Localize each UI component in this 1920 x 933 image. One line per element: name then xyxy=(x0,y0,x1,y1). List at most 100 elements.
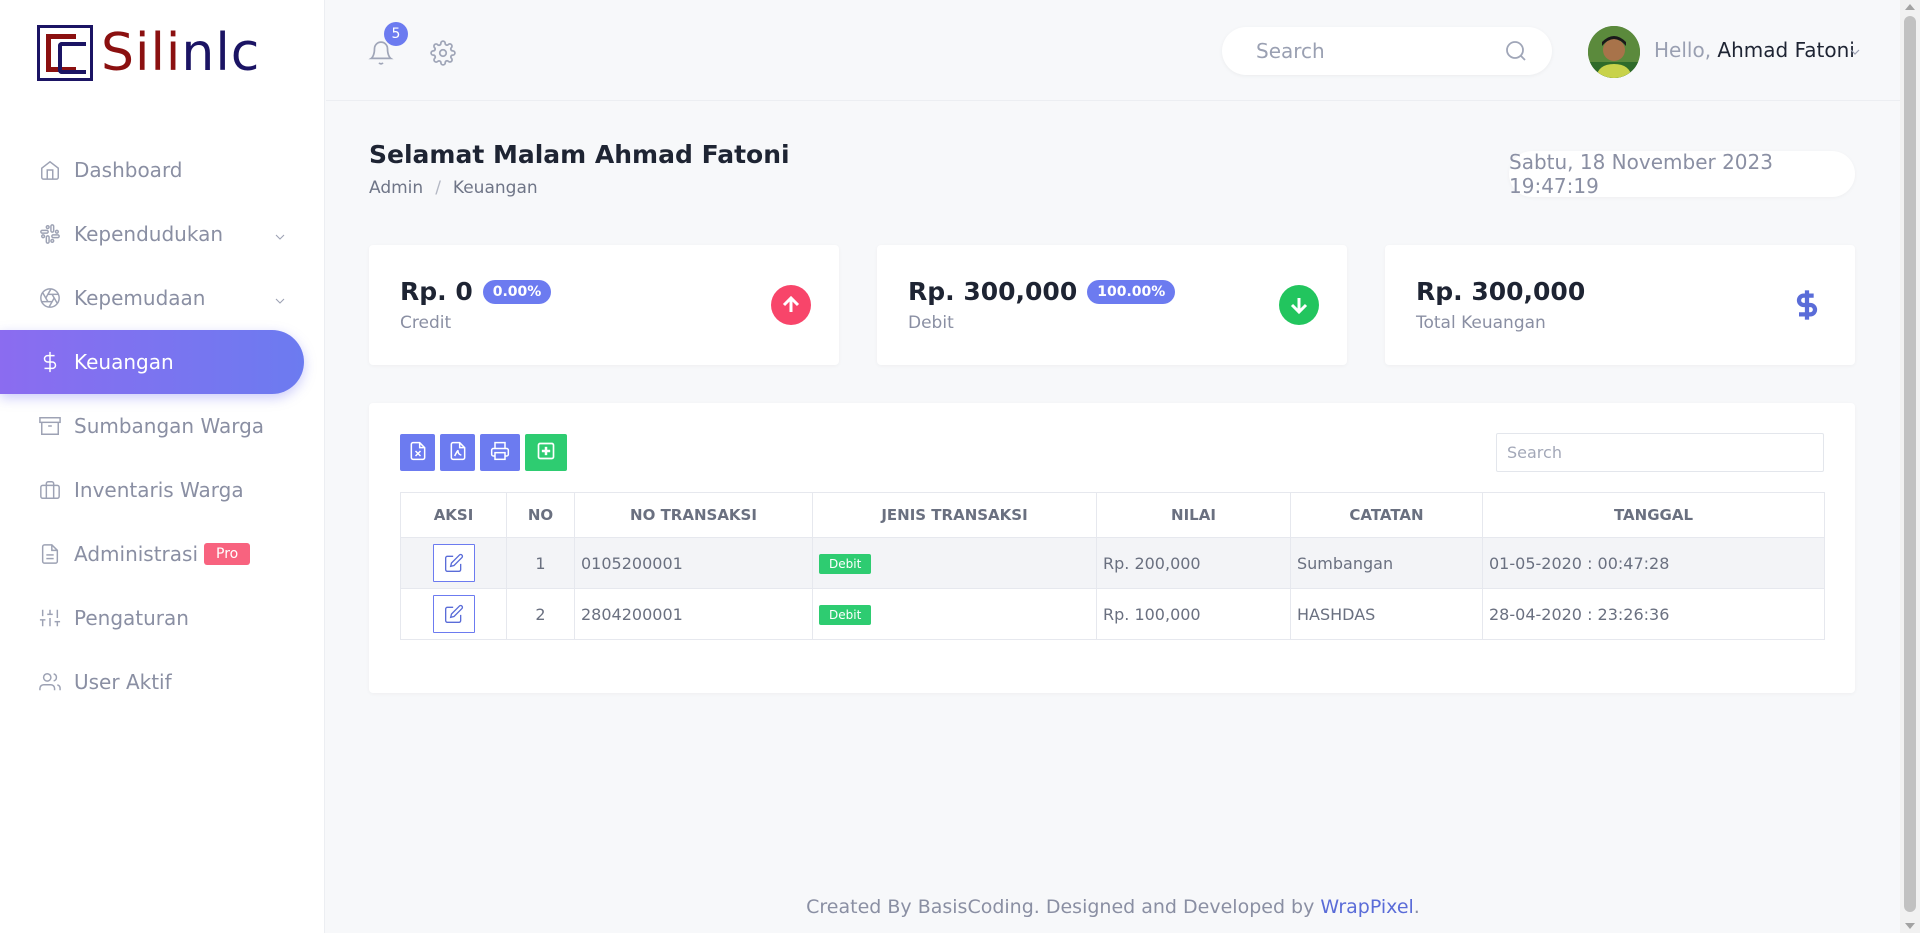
table-row: 1 0105200001 Debit Rp. 200,000 Sumbangan… xyxy=(400,537,1825,589)
transactions-panel: AKSI NO NO TRANSAKSI JENIS TRANSAKSI NIL… xyxy=(369,403,1855,693)
breadcrumb-item-keuangan: Keuangan xyxy=(452,178,538,198)
sidebar-item-keuangan[interactable]: Keuangan xyxy=(0,330,304,394)
greeting-text: Hello, xyxy=(1654,38,1712,62)
sidebar-item-label: Administrasi xyxy=(74,542,199,566)
add-transaction-button[interactable] xyxy=(525,434,567,471)
sidebar-item-kepemudaan[interactable]: Kepemudaan xyxy=(0,266,325,330)
sidebar-item-kependudukan[interactable]: Kependudukan xyxy=(0,202,325,266)
breadcrumb-item-admin[interactable]: Admin xyxy=(369,178,423,198)
sidebar-item-label: Kepemudaan xyxy=(74,286,206,310)
cell-catatan: HASHDAS xyxy=(1290,588,1483,640)
gear-icon[interactable] xyxy=(430,40,456,66)
excel-export-icon xyxy=(408,441,428,465)
scroll-down-arrow-icon[interactable] xyxy=(1905,923,1915,929)
header-aksi[interactable]: AKSI xyxy=(400,492,507,538)
file-text-icon xyxy=(38,542,62,566)
credit-card: Rp. 0 0.00% Credit xyxy=(369,245,839,365)
header-no-transaksi[interactable]: NO TRANSAKSI xyxy=(574,492,813,538)
total-amount: Rp. 300,000 xyxy=(1416,277,1586,306)
sidebar-item-administrasi[interactable]: Administrasi Pro xyxy=(0,522,325,586)
scroll-up-arrow-icon[interactable] xyxy=(1905,4,1915,10)
cell-no: 1 xyxy=(506,537,575,589)
sidebar-item-label: User Aktif xyxy=(74,670,172,694)
header-no[interactable]: NO xyxy=(506,492,575,538)
debit-badge: Debit xyxy=(819,553,872,574)
debit-badge: Debit xyxy=(819,604,872,625)
top-search-input[interactable] xyxy=(1256,37,1496,65)
edit-icon xyxy=(444,553,463,572)
logo-mark-icon xyxy=(37,25,93,81)
header-jenis-transaksi[interactable]: JENIS TRANSAKSI xyxy=(812,492,1097,538)
pro-badge: Pro xyxy=(204,543,251,565)
sidebar-item-pengaturan[interactable]: Pengaturan xyxy=(0,586,325,650)
top-search-box xyxy=(1222,27,1552,75)
chevron-down-icon xyxy=(272,226,288,242)
pdf-export-icon xyxy=(448,441,468,465)
sliders-icon xyxy=(38,606,62,630)
briefcase-icon xyxy=(38,478,62,502)
brand-logo[interactable]: Silinlc xyxy=(37,24,273,82)
credit-label: Credit xyxy=(400,313,452,333)
user-greeting[interactable]: Hello, Ahmad Fatoni xyxy=(1654,38,1855,62)
credit-percent-badge: 0.00% xyxy=(482,279,552,304)
page-scrollbar[interactable] xyxy=(1900,0,1920,933)
header-catatan[interactable]: CATATAN xyxy=(1290,492,1483,538)
search-icon[interactable] xyxy=(1504,39,1528,63)
topbar: 5 Hello, Ahmad Fatoni xyxy=(326,0,1900,101)
dollar-icon xyxy=(38,350,62,374)
scroll-thumb[interactable] xyxy=(1904,16,1916,912)
page-title: Selamat Malam Ahmad Fatoni xyxy=(369,140,790,169)
debit-percent-badge: 100.00% xyxy=(1087,279,1176,304)
header-tanggal[interactable]: TANGGAL xyxy=(1482,492,1825,538)
sidebar-item-label: Dashboard xyxy=(74,158,183,182)
current-datetime: Sabtu, 18 November 2023 19:47:19 xyxy=(1509,150,1855,198)
sidebar-item-label: Sumbangan Warga xyxy=(74,414,265,438)
notification-count-badge: 5 xyxy=(384,22,408,46)
sidebar-item-label: Kependudukan xyxy=(74,222,224,246)
table-search-input[interactable] xyxy=(1497,434,1823,471)
cell-tanggal: 01-05-2020 : 00:47:28 xyxy=(1482,537,1825,589)
total-keuangan-card: Rp. 300,000 Total Keuangan xyxy=(1385,245,1855,365)
debit-label: Debit xyxy=(908,313,954,333)
sidebar-item-label: Inventaris Warga xyxy=(74,478,244,502)
home-icon xyxy=(38,158,62,182)
add-icon xyxy=(536,441,556,465)
cell-nilai: Rp. 100,000 xyxy=(1096,588,1291,640)
chevron-down-icon[interactable] xyxy=(1847,44,1863,60)
user-name: Ahmad Fatoni xyxy=(1717,38,1855,62)
sidebar-item-dashboard[interactable]: Dashboard xyxy=(0,138,325,202)
edit-button[interactable] xyxy=(432,595,475,633)
aperture-icon xyxy=(38,286,62,310)
table-search-box xyxy=(1496,433,1824,472)
edit-icon xyxy=(444,604,463,623)
sidebar-item-inventaris-warga[interactable]: Inventaris Warga xyxy=(0,458,325,522)
chevron-down-icon xyxy=(272,290,288,306)
table-header-row: AKSI NO NO TRANSAKSI JENIS TRANSAKSI NIL… xyxy=(400,492,1825,538)
footer-text: Created By BasisCoding. Designed and Dev… xyxy=(806,896,1321,918)
slack-icon xyxy=(38,222,62,246)
sidebar-item-user-aktif[interactable]: User Aktif xyxy=(0,650,325,714)
transactions-table: AKSI NO NO TRANSAKSI JENIS TRANSAKSI NIL… xyxy=(400,492,1825,640)
print-button[interactable] xyxy=(480,434,520,471)
debit-amount: Rp. 300,000 xyxy=(908,277,1078,306)
header-nilai[interactable]: NILAI xyxy=(1096,492,1291,538)
sidebar: Silinlc Dashboard Kependudukan Kepemudaa… xyxy=(0,0,325,933)
breadcrumb: Admin / Keuangan xyxy=(369,178,538,198)
cell-nilai: Rp. 200,000 xyxy=(1096,537,1291,589)
arrow-up-circle-icon xyxy=(771,285,811,325)
avatar[interactable] xyxy=(1588,26,1640,78)
wrappixel-link[interactable]: WrapPixel xyxy=(1320,896,1413,918)
excel-export-button[interactable] xyxy=(400,434,435,471)
sidebar-item-sumbangan-warga[interactable]: Sumbangan Warga xyxy=(0,394,325,458)
edit-button[interactable] xyxy=(432,544,475,582)
cell-no-transaksi: 0105200001 xyxy=(574,537,813,589)
cell-no-transaksi: 2804200001 xyxy=(574,588,813,640)
total-label: Total Keuangan xyxy=(1416,313,1546,333)
sidebar-item-label: Pengaturan xyxy=(74,606,189,630)
cell-tanggal: 28-04-2020 : 23:26:36 xyxy=(1482,588,1825,640)
sidebar-item-label: Keuangan xyxy=(74,350,174,374)
cell-no: 2 xyxy=(506,588,575,640)
logo-text: Silinlc xyxy=(101,23,261,83)
pdf-export-button[interactable] xyxy=(440,434,475,471)
footer: Created By BasisCoding. Designed and Dev… xyxy=(326,896,1900,918)
